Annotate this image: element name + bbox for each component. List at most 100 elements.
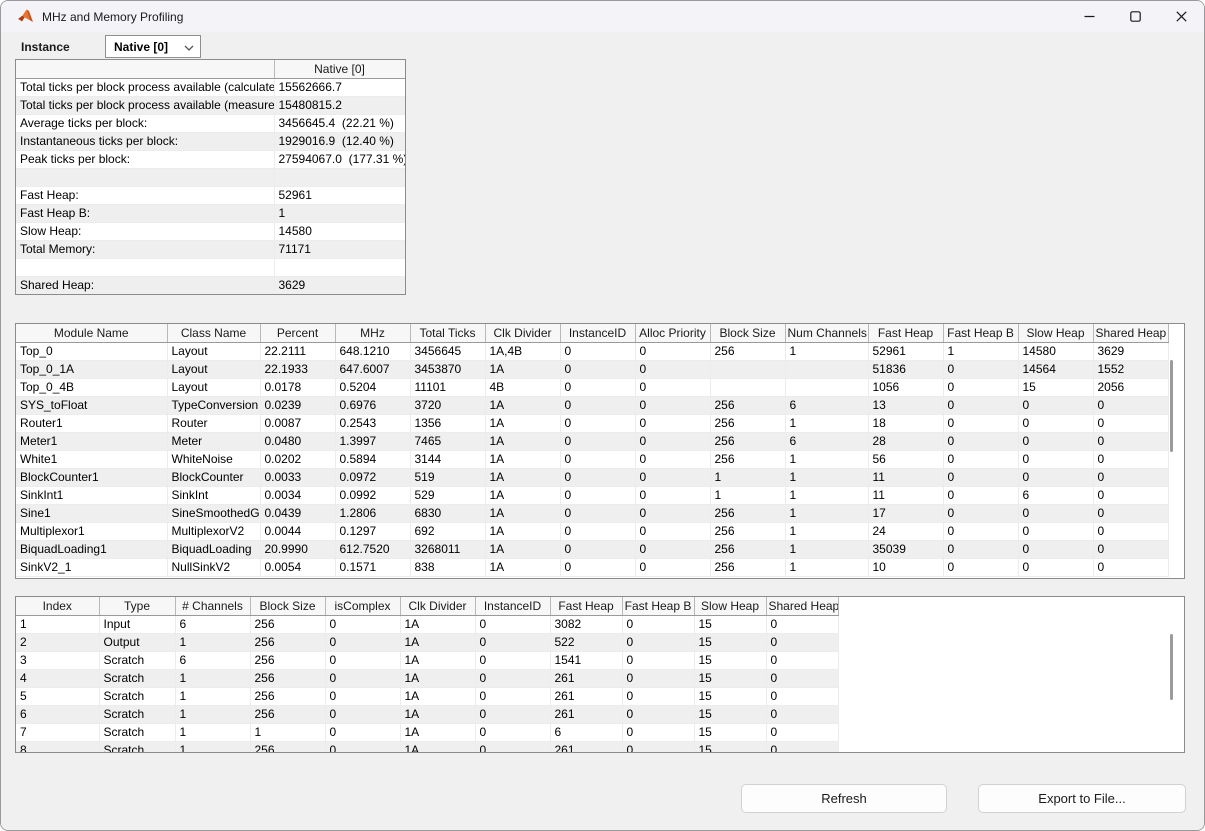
module-table-cell[interactable]: 1 bbox=[785, 522, 868, 540]
module-table-cell[interactable]: 0 bbox=[1018, 468, 1093, 486]
module-table-cell[interactable]: BiquadLoading1 bbox=[16, 540, 167, 558]
summary-table-cell[interactable]: Peak ticks per block: bbox=[16, 150, 274, 168]
module-table-cell[interactable]: 519 bbox=[410, 468, 485, 486]
module-table-cell[interactable]: 0 bbox=[1093, 504, 1168, 522]
module-table-cell[interactable]: 1356 bbox=[410, 414, 485, 432]
buffer-table-cell[interactable]: 0 bbox=[325, 615, 400, 633]
module-table-cell[interactable]: 4B bbox=[485, 378, 560, 396]
module-table-cell[interactable]: 0 bbox=[560, 540, 635, 558]
buffer-table-cell[interactable]: 0 bbox=[325, 651, 400, 669]
module-table-cell[interactable]: 0 bbox=[943, 504, 1018, 522]
module-table-cell[interactable]: 0 bbox=[1093, 468, 1168, 486]
module-table-cell[interactable]: 0 bbox=[943, 432, 1018, 450]
module-table-cell[interactable]: 0 bbox=[1093, 396, 1168, 414]
maximize-button[interactable] bbox=[1112, 1, 1158, 32]
module-table-cell[interactable]: 3456645 bbox=[410, 342, 485, 360]
buffer-table-cell[interactable]: 15 bbox=[694, 651, 766, 669]
buffer-table-cell[interactable]: 256 bbox=[250, 705, 325, 723]
buffer-table-cell[interactable]: Scratch bbox=[99, 687, 175, 705]
module-table-cell[interactable]: 1.3997 bbox=[335, 432, 410, 450]
buffer-table-cell[interactable]: 0 bbox=[766, 669, 838, 687]
buffer-table-cell[interactable]: 0 bbox=[325, 669, 400, 687]
module-table-cell[interactable]: 1 bbox=[710, 486, 785, 504]
summary-table-cell[interactable]: Total ticks per block process available … bbox=[16, 78, 274, 96]
module-table-cell[interactable] bbox=[710, 378, 785, 396]
buffer-table-cell[interactable]: 261 bbox=[550, 669, 622, 687]
module-table-cell[interactable]: 1A bbox=[485, 360, 560, 378]
module-table-cell[interactable]: 3144 bbox=[410, 450, 485, 468]
module-table-cell[interactable]: 0 bbox=[943, 450, 1018, 468]
module-table-cell[interactable]: MultiplexorV2 bbox=[167, 522, 260, 540]
module-table-cell[interactable]: 0 bbox=[943, 378, 1018, 396]
summary-table-cell[interactable]: 1929016.9 (12.40 %) bbox=[274, 132, 405, 150]
module-table-cell[interactable]: 0.5894 bbox=[335, 450, 410, 468]
module-table-cell[interactable]: 0 bbox=[943, 360, 1018, 378]
module-table-cell[interactable]: 0 bbox=[1093, 540, 1168, 558]
summary-table-cell[interactable] bbox=[274, 258, 405, 276]
module-table-cell[interactable]: 0 bbox=[560, 342, 635, 360]
buffer-table-cell[interactable]: 6 bbox=[175, 651, 250, 669]
summary-table-cell[interactable] bbox=[16, 168, 274, 186]
module-table-cell[interactable]: Layout bbox=[167, 378, 260, 396]
buffer-table-cell[interactable]: 1 bbox=[175, 669, 250, 687]
module-table-cell[interactable] bbox=[785, 360, 868, 378]
module-table-cell[interactable]: 0.0972 bbox=[335, 468, 410, 486]
buffer-table-cell[interactable]: 0 bbox=[622, 633, 694, 651]
module-table-cell[interactable]: 6 bbox=[785, 432, 868, 450]
module-table-cell[interactable]: Top_0 bbox=[16, 342, 167, 360]
buffer-table-cell[interactable]: 15 bbox=[694, 669, 766, 687]
buffer-table-cell[interactable]: 0 bbox=[766, 687, 838, 705]
module-table-cell[interactable]: 0.2543 bbox=[335, 414, 410, 432]
module-table-cell[interactable]: 0.0054 bbox=[260, 558, 335, 576]
module-table-cell[interactable]: 6 bbox=[1018, 486, 1093, 504]
buffer-table-cell[interactable]: 0 bbox=[325, 741, 400, 753]
buffer-table-cell[interactable]: 0 bbox=[475, 741, 550, 753]
module-table-cell[interactable]: 0 bbox=[1018, 558, 1093, 576]
module-table-cell[interactable]: 256 bbox=[710, 450, 785, 468]
module-table-cell[interactable]: 0 bbox=[560, 396, 635, 414]
buffer-table-cell[interactable]: 1A bbox=[400, 651, 475, 669]
module-table-cell[interactable]: 0 bbox=[1093, 414, 1168, 432]
buffer-table-cell[interactable]: 0 bbox=[622, 723, 694, 741]
buffer-table-cell[interactable]: 1 bbox=[16, 615, 99, 633]
buffer-table-cell[interactable]: 0 bbox=[766, 615, 838, 633]
module-table-cell[interactable]: 6 bbox=[785, 396, 868, 414]
vertical-scrollbar-thumb[interactable] bbox=[1170, 634, 1173, 700]
summary-table-cell[interactable]: 14580 bbox=[274, 222, 405, 240]
module-table-cell[interactable]: 0 bbox=[635, 540, 710, 558]
module-table-cell[interactable]: 17 bbox=[868, 504, 943, 522]
module-table-cell[interactable]: 0 bbox=[943, 396, 1018, 414]
module-table-cell[interactable]: 612.7520 bbox=[335, 540, 410, 558]
buffer-table-cell[interactable]: 0 bbox=[475, 651, 550, 669]
module-table-cell[interactable]: 20.9990 bbox=[260, 540, 335, 558]
module-table-cell[interactable]: 0.6976 bbox=[335, 396, 410, 414]
module-table-cell[interactable]: 0 bbox=[635, 360, 710, 378]
module-table-cell[interactable]: 0.0202 bbox=[260, 450, 335, 468]
export-to-file-button[interactable]: Export to File... bbox=[978, 784, 1186, 813]
module-table-cell[interactable]: BlockCounter bbox=[167, 468, 260, 486]
summary-table-cell[interactable]: 15562666.7 bbox=[274, 78, 405, 96]
module-table-cell[interactable]: 0.1571 bbox=[335, 558, 410, 576]
module-table-cell[interactable]: 0 bbox=[560, 378, 635, 396]
module-table-cell[interactable]: White1 bbox=[16, 450, 167, 468]
module-table-cell[interactable]: 0 bbox=[635, 522, 710, 540]
module-table-cell[interactable]: 0 bbox=[635, 414, 710, 432]
module-table-cell[interactable]: BlockCounter1 bbox=[16, 468, 167, 486]
module-table-cell[interactable]: 1A bbox=[485, 522, 560, 540]
buffer-table-cell[interactable]: 0 bbox=[622, 651, 694, 669]
module-table-cell[interactable]: 0.0239 bbox=[260, 396, 335, 414]
module-table-cell[interactable]: 0 bbox=[560, 522, 635, 540]
module-table-cell[interactable]: 1A bbox=[485, 558, 560, 576]
buffer-table-cell[interactable]: 1A bbox=[400, 723, 475, 741]
module-table-cell[interactable]: 28 bbox=[868, 432, 943, 450]
module-table-cell[interactable]: 256 bbox=[710, 504, 785, 522]
module-table-cell[interactable]: 1552 bbox=[1093, 360, 1168, 378]
module-table-cell[interactable]: 648.1210 bbox=[335, 342, 410, 360]
module-table-cell[interactable]: 0.0178 bbox=[260, 378, 335, 396]
module-table-cell[interactable]: 15 bbox=[1018, 378, 1093, 396]
buffer-table-cell[interactable]: 0 bbox=[766, 741, 838, 753]
close-button[interactable] bbox=[1158, 1, 1204, 32]
buffer-table-cell[interactable]: Scratch bbox=[99, 705, 175, 723]
buffer-table-cell[interactable]: 256 bbox=[250, 669, 325, 687]
module-table-cell[interactable]: SinkV2_1 bbox=[16, 558, 167, 576]
